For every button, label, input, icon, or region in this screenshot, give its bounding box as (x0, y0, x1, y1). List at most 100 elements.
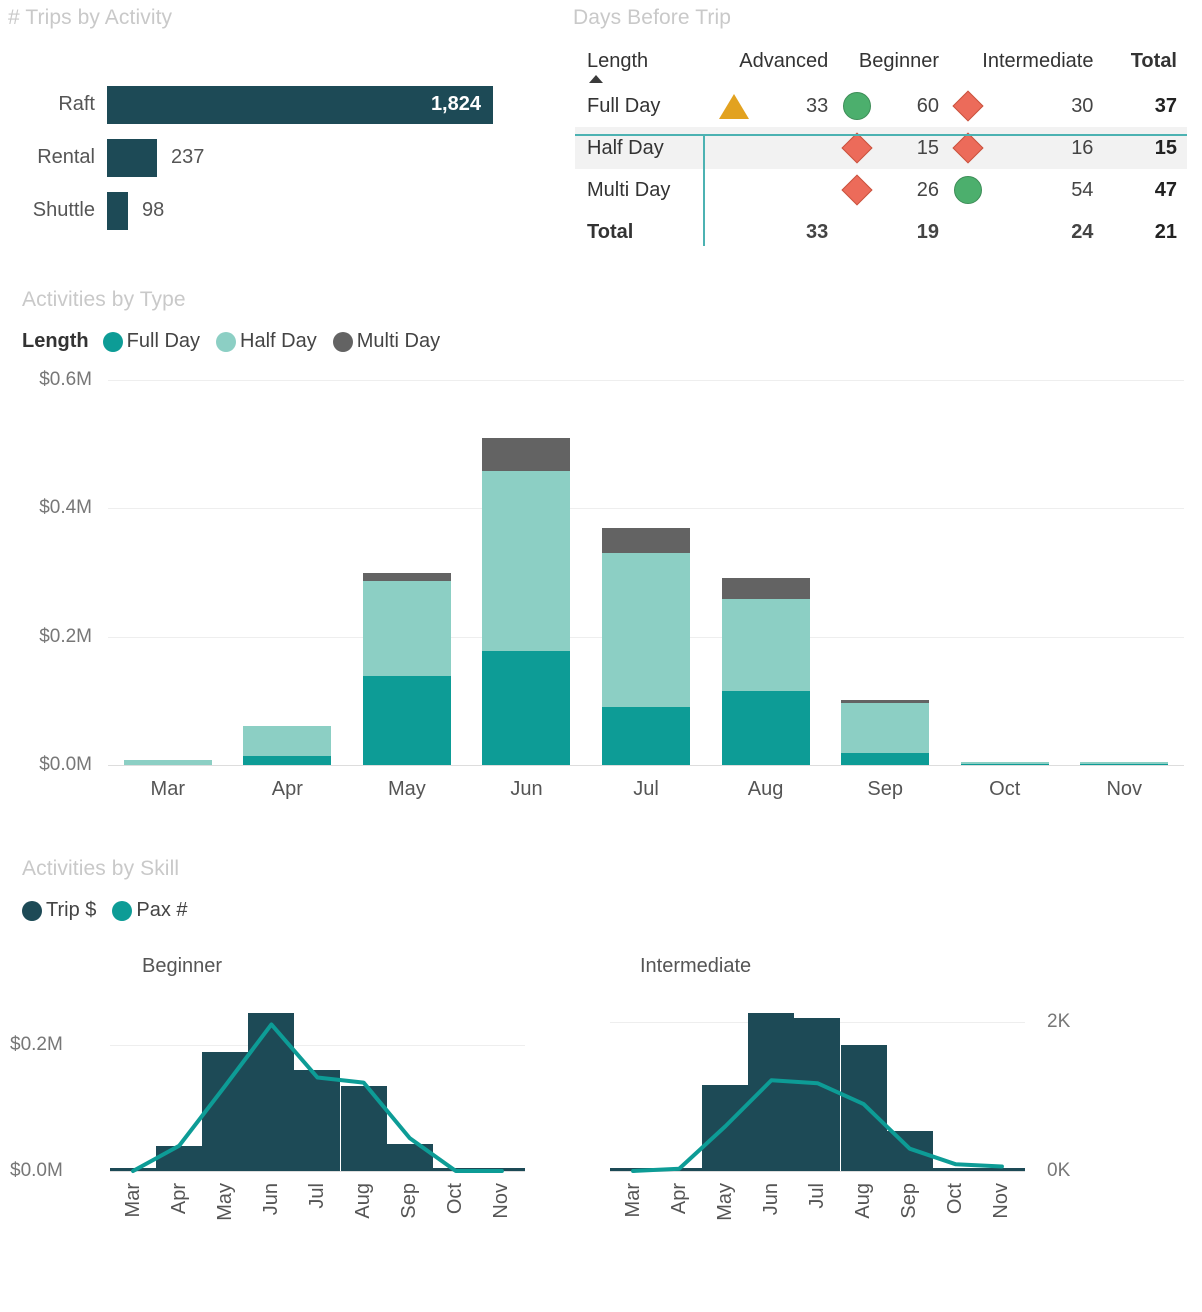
kpi-diamond-icon-beginner-multi-day (834, 169, 880, 211)
bar-segment-half-day[interactable] (721, 598, 810, 691)
x-axis-label: Aug (747, 778, 784, 800)
x-axis-label: Nov (490, 1183, 513, 1219)
legend-item-pax-count[interactable]: Pax # (112, 899, 188, 922)
x-axis-label-cell: Mar (110, 1183, 156, 1226)
bar-column[interactable] (347, 380, 467, 765)
bar-column[interactable] (228, 380, 348, 765)
x-axis-labels: Mar Apr May Jun Jul Aug Sep Oct Nov (610, 1183, 1025, 1226)
x-axis-label: Mar (621, 1183, 644, 1218)
x-axis-labels: Mar Apr May Jun Jul Aug Sep Oct Nov (110, 1183, 525, 1226)
bar-stack[interactable] (482, 437, 571, 765)
x-axis-label: Sep (398, 1183, 421, 1219)
bar-value-rental: 237 (171, 146, 205, 168)
x-axis-label-cell: Sep (387, 1183, 433, 1226)
row-label-total: Total (587, 220, 634, 243)
table-row[interactable]: Multi Day 26 54 47 (575, 169, 1187, 211)
bar-stack[interactable] (243, 725, 332, 765)
bar-column[interactable] (945, 380, 1065, 765)
bar-label-raft: Raft (58, 93, 95, 115)
x-axis-label-cell: Jun (248, 1183, 294, 1226)
bar-segment-half-day[interactable] (362, 580, 451, 676)
legend-item-trip-dollars[interactable]: Trip $ (22, 899, 96, 922)
bar-stack[interactable] (602, 527, 691, 765)
y-axis-tick-1: $0.2M (39, 625, 92, 647)
x-axis-label-cell: May (702, 1183, 748, 1226)
type-panel-title: Activities by Type (22, 288, 186, 311)
table-header-row: Length Advanced Beginner Intermediate To… (575, 48, 1187, 85)
bar-track: 1,824 (107, 85, 493, 124)
bar-fill-rental[interactable] (107, 138, 157, 177)
bar-segment-full-day[interactable] (482, 650, 571, 765)
bar-stack[interactable] (362, 572, 451, 765)
bar-segment-full-day[interactable] (362, 675, 451, 765)
x-axis-label: Apr (667, 1183, 690, 1215)
legend-item-multi-day[interactable]: Multi Day (332, 330, 440, 353)
bar-segment-multi-day[interactable] (721, 577, 810, 599)
type-legend: Length Full Day Half Day Multi Day (22, 330, 456, 353)
legend-item-half-day[interactable]: Half Day (216, 330, 317, 353)
column-header-intermediate[interactable]: Intermediate (945, 48, 1099, 85)
table-row[interactable]: Full Day 33 60 30 37 (575, 85, 1187, 127)
table-row[interactable]: Rental 237 (0, 131, 560, 184)
bar-fill-raft[interactable]: 1,824 (107, 85, 493, 124)
x-axis-label: Nov (990, 1183, 1013, 1219)
x-axis-label-cell: Apr (156, 1183, 202, 1226)
x-axis-label: Jun (510, 778, 543, 800)
x-axis-label: Apr (167, 1183, 190, 1215)
bar-fill-shuttle[interactable] (107, 191, 128, 230)
x-axis-label: Apr (271, 778, 303, 800)
table-row[interactable]: Shuttle 98 (0, 184, 560, 237)
bar-column[interactable] (108, 380, 228, 765)
column-header-beginner[interactable]: Beginner (834, 48, 945, 85)
x-axis-line (108, 765, 1184, 766)
bar-segment-half-day[interactable] (841, 703, 930, 754)
sort-ascending-icon[interactable] (589, 75, 603, 83)
bar-column[interactable] (467, 380, 587, 765)
column-header-length[interactable]: Length (575, 48, 711, 85)
legend-label-half-day: Half Day (240, 330, 317, 352)
column-header-advanced[interactable]: Advanced (711, 48, 834, 85)
y-axis-tick-2: $0.4M (39, 497, 92, 519)
bar-stack[interactable] (841, 699, 930, 765)
bar-segment-half-day[interactable] (602, 553, 691, 708)
total-advanced-icon-empty (711, 211, 757, 253)
bar-segment-half-day[interactable] (482, 471, 571, 651)
beginner-plot: $0.0M $0.2M Mar Apr May Jun Jul Aug Sep Oct Nov (0, 991, 600, 1221)
cell-intermediate-full-day: 30 (1071, 94, 1094, 117)
table-row[interactable]: Raft 1,824 (0, 78, 560, 131)
bar-segment-full-day[interactable] (602, 707, 691, 765)
x-axis-label: May (213, 1183, 236, 1221)
table-total-row: Total 33 19 24 21 (575, 211, 1187, 253)
x-axis-label-cell: Oct (933, 1183, 979, 1226)
legend-item-full-day[interactable]: Full Day (102, 330, 200, 353)
trend-line (631, 1078, 1004, 1173)
x-axis-label: Aug (852, 1183, 875, 1219)
x-axis-label: Jun (259, 1183, 282, 1216)
cell-beginner-full-day: 60 (916, 94, 939, 117)
bar-stack[interactable] (721, 577, 810, 765)
activities-by-skill-panel: Activities by Skill Trip $ Pax # Beginne… (0, 845, 1202, 1312)
skill-panel-title: Activities by Skill (22, 857, 180, 880)
cell-intermediate-multi-day: 54 (1071, 178, 1094, 201)
bar-segment-half-day[interactable] (243, 725, 332, 757)
bar-segment-full-day[interactable] (721, 690, 810, 765)
x-axis-label: Oct (944, 1183, 967, 1215)
bar-column[interactable] (1065, 380, 1185, 765)
legend-title: Length (22, 330, 89, 352)
x-axis-label-cell: Nov (979, 1183, 1025, 1226)
bar-segment-multi-day[interactable] (362, 572, 451, 581)
kpi-triangle-icon-advanced-full-day (711, 85, 757, 127)
bar-segment-multi-day[interactable] (602, 527, 691, 554)
bar-segment-full-day[interactable] (243, 756, 332, 765)
column-header-total[interactable]: Total (1099, 48, 1187, 85)
x-axis-label: Sep (898, 1183, 921, 1219)
bar-column[interactable] (706, 380, 826, 765)
stacked-bar-plot: $0.0M $0.2M $0.4M $0.6M Mar Apr May Jun Jul Aug S… (0, 369, 1202, 800)
header-divider (575, 134, 1187, 136)
kpi-circle-icon-intermediate-multi-day (945, 169, 991, 211)
bar-column[interactable] (825, 380, 945, 765)
bar-segment-multi-day[interactable] (482, 437, 571, 472)
bar-column[interactable] (586, 380, 706, 765)
x-axis-label-cell: Sep (887, 1183, 933, 1226)
bar-segment-full-day[interactable] (841, 753, 930, 765)
